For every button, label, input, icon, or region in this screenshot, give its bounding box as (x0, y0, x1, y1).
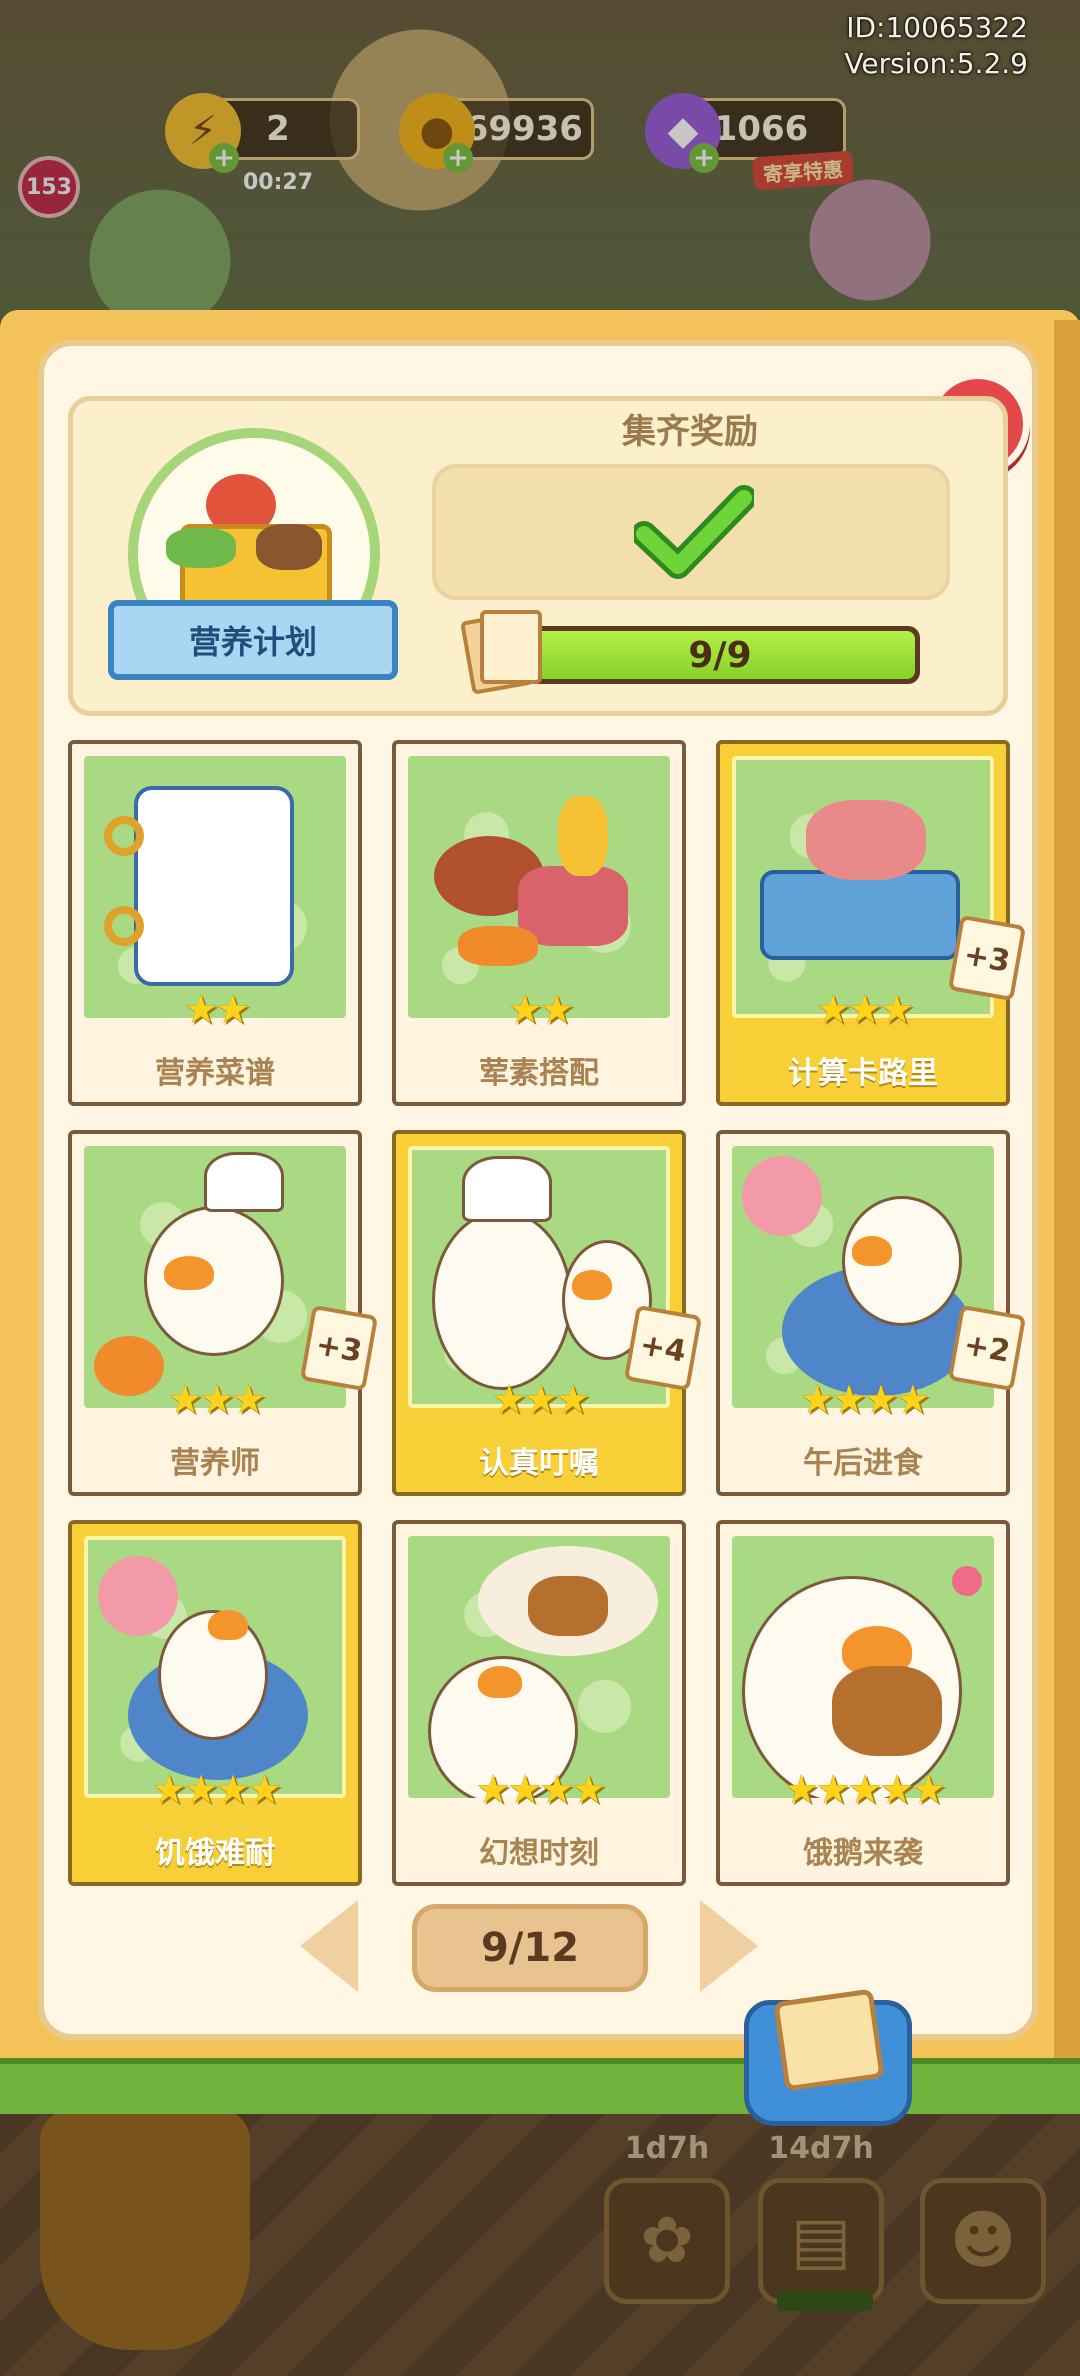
card-stars: ★★★ (167, 1377, 267, 1423)
card-label: 饿鹅来袭 (803, 1836, 923, 1871)
event-button-1[interactable]: 1d7h ✿ (604, 2131, 730, 2304)
card-hungry-goose-attack[interactable]: ★★★★★ 饿鹅来袭 (716, 1520, 1010, 1886)
album-bottom-strip (0, 2058, 1080, 2114)
heart-icon (952, 1566, 982, 1596)
card-label: 幻想时刻 (479, 1836, 599, 1871)
coin-counter[interactable]: ● + 469936 (399, 93, 594, 173)
flower-icon: ✿ (640, 2204, 694, 2278)
duck-face-icon: ☻ (949, 2204, 1017, 2278)
card-stars: ★★ (507, 987, 575, 1033)
card-stars: ★★★ (815, 987, 915, 1033)
card-label: 荤素搭配 (479, 1056, 599, 1091)
chef-hat-icon (204, 1152, 284, 1212)
card-meat-veg-combo[interactable]: ★★ 荤素搭配 (392, 740, 686, 1106)
beak-icon (572, 1270, 612, 1300)
event-button-3[interactable]: ☻ (920, 2178, 1046, 2304)
card-label: 营养师 (170, 1446, 260, 1481)
energy-counter[interactable]: ⚡ + 2 00:27 (165, 93, 360, 195)
beak-icon (478, 1666, 522, 1698)
card-afternoon-meal[interactable]: +2 ★★★★ 午后进食 (716, 1130, 1027, 1496)
beak-icon (164, 1256, 214, 1290)
album-book-edge (1054, 320, 1080, 2080)
card-art (408, 1536, 670, 1798)
coin-plus-icon[interactable]: + (443, 143, 473, 173)
beak-icon (208, 1610, 248, 1640)
reward-box[interactable] (432, 464, 950, 600)
energy-timer: 00:27 (242, 170, 314, 195)
gem-value: 1066 (713, 109, 809, 149)
next-page-button[interactable] (700, 1900, 758, 1992)
energy-value: 2 (266, 109, 290, 149)
card-careful-advice[interactable]: +4 ★★★ 认真叮嘱 (392, 1130, 703, 1496)
chef-hat-icon (462, 1156, 552, 1222)
ring-icon (104, 816, 144, 856)
fish-icon (806, 800, 926, 880)
corn-icon (558, 796, 608, 876)
card-art (732, 1536, 994, 1798)
album-button[interactable] (744, 1988, 912, 2126)
carrot-icon (458, 926, 538, 966)
lettuce-icon (166, 528, 236, 568)
card-bonus-tag: +3 (299, 1304, 379, 1392)
special-offer-tag[interactable]: 寄享特惠 (751, 150, 855, 191)
card-bonus-tag: +4 (623, 1304, 703, 1392)
card-stack-icon (460, 606, 546, 696)
card-art (84, 756, 346, 1018)
card-label: 认真叮嘱 (479, 1446, 599, 1481)
card-art (408, 756, 670, 1018)
player-id: ID:10065322 (846, 11, 1028, 44)
card-nutritionist[interactable]: +3 ★★★ 营养师 (68, 1130, 379, 1496)
ring-icon (104, 906, 144, 946)
card-fantasy-moment[interactable]: ★★★★ 幻想时刻 (392, 1520, 686, 1886)
progress-fill: 9/9 (525, 631, 915, 679)
burger-icon (528, 1576, 608, 1636)
hud-id-version: ID:10065322 Version:5.2.9 (844, 10, 1028, 82)
reward-title: 集齐奖励 (622, 412, 758, 452)
event-timer-1: 1d7h (624, 2131, 710, 2166)
card-label: 午后进食 (803, 1446, 923, 1481)
card-count-calories[interactable]: +3 ★★★ 计算卡路里 (716, 740, 1027, 1106)
card-stars: ★★★ (491, 1377, 591, 1423)
card-stars: ★★★★ (799, 1377, 930, 1423)
checkmark-icon (634, 485, 754, 579)
card-bonus-tag: +3 (947, 914, 1027, 1002)
level-badge[interactable]: 153 (18, 156, 80, 218)
card-bonus-tag: +2 (947, 1304, 1027, 1392)
card-album-icon: ▤ (790, 2204, 852, 2278)
card-stars: ★★★★ (475, 1767, 606, 1813)
collection-progress-bar: 9/9 (520, 626, 920, 684)
gem-counter[interactable]: ◆ + 1066 寄享特惠 (645, 93, 855, 191)
burger-icon (832, 1666, 942, 1756)
meat-icon (256, 524, 322, 570)
card-label: 营养菜谱 (155, 1056, 275, 1091)
energy-plus-icon[interactable]: + (209, 143, 239, 173)
gem-plus-icon[interactable]: + (689, 143, 719, 173)
flower-clock-icon (98, 1556, 178, 1636)
page-indicator: 9/12 (412, 1904, 648, 1992)
card-nutrition-recipe[interactable]: ★★ 营养菜谱 (68, 740, 362, 1106)
previous-page-button[interactable] (300, 1900, 358, 1992)
card-unbearable-hunger[interactable]: ★★★★ 饥饿难耐 (68, 1520, 362, 1886)
lightning-icon (40, 2110, 250, 2350)
card-stars: ★★★★★ (783, 1767, 946, 1813)
card-label: 饥饿难耐 (155, 1836, 275, 1871)
event-button-2[interactable]: 14d7h ▤ (758, 2131, 884, 2311)
scale-icon (760, 870, 960, 960)
card-label: 计算卡路里 (788, 1056, 938, 1091)
set-name-ribbon: 营养计划 (108, 600, 398, 680)
card-stars: ★★ (183, 987, 251, 1033)
chef-duck-icon (432, 1210, 572, 1390)
flower-clock-icon (742, 1156, 822, 1236)
card-art (84, 1536, 346, 1798)
progress-text: 9/9 (688, 634, 752, 676)
event-progress-bar (777, 2291, 873, 2311)
card-stars: ★★★★ (151, 1767, 282, 1813)
beak-icon (852, 1236, 892, 1266)
event-timer-2: 14d7h (768, 2131, 874, 2166)
album-card-icon (773, 1988, 885, 2092)
recipe-book-icon (134, 786, 294, 986)
version-text: Version:5.2.9 (844, 47, 1028, 80)
